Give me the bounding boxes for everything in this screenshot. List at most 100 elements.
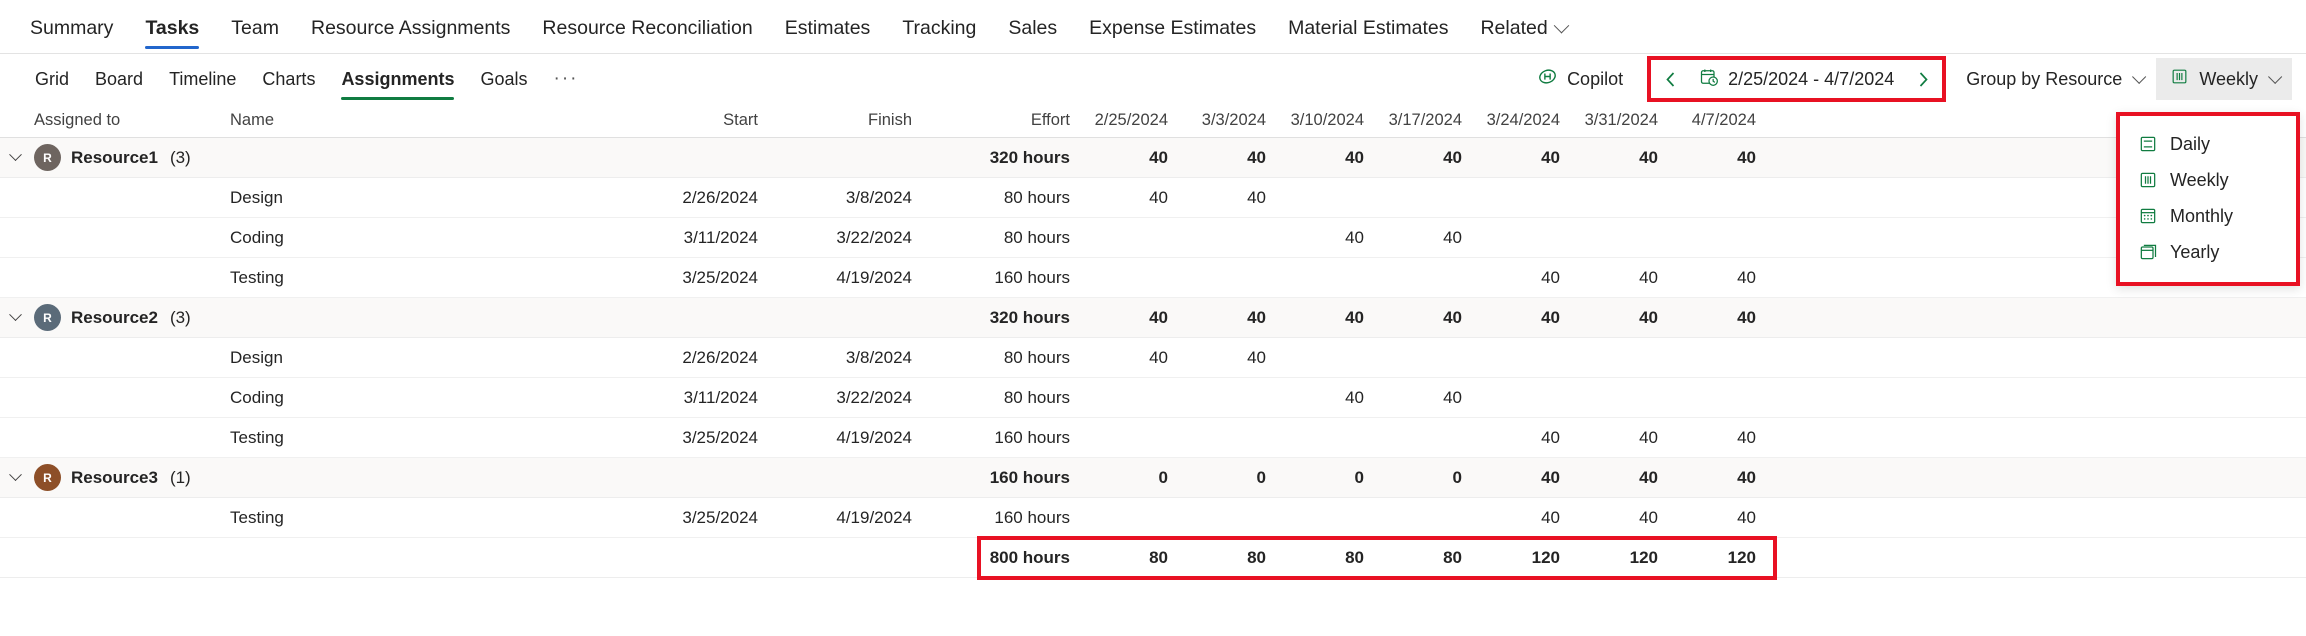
chevron-down-icon: [8, 148, 22, 162]
cell-week-hours: 0: [1452, 467, 1462, 487]
task-row[interactable]: Coding 3/11/2024 3/22/2024 80 hours 40 40: [0, 218, 2306, 258]
cell-effort: 800 hours: [989, 547, 1070, 567]
copilot-button[interactable]: Copilot: [1525, 60, 1635, 98]
cell-task-name: Design: [230, 347, 283, 367]
cell-week-hours: 40: [1639, 507, 1658, 527]
task-row[interactable]: Coding 3/11/2024 3/22/2024 80 hours 40 40: [0, 378, 2306, 418]
nav-item-label: Tracking: [902, 17, 977, 39]
cell-week-hours: 40: [1541, 307, 1560, 327]
nav-item-summary[interactable]: Summary: [14, 17, 129, 53]
scale-menu-item-yearly[interactable]: Yearly: [2120, 234, 2296, 270]
nav-item-material-estimates[interactable]: Material Estimates: [1272, 17, 1464, 53]
cell-week-hours: 40: [1345, 227, 1364, 247]
next-period-button[interactable]: [1906, 62, 1940, 96]
cell-task-name: Testing: [230, 507, 284, 527]
nav-item-label: Resource Assignments: [310, 17, 511, 39]
cell-week-hours: 40: [1541, 427, 1560, 447]
cell-start-date: 3/11/2024: [683, 227, 758, 247]
time-scale-dropdown[interactable]: Weekly: [2156, 58, 2292, 100]
expand-collapse-toggle[interactable]: [0, 308, 30, 322]
cell-week-hours: 40: [1737, 507, 1756, 527]
group-by-dropdown[interactable]: Group by Resource: [1952, 61, 2156, 98]
cell-week-hours: 40: [1443, 387, 1462, 407]
resource-group-row[interactable]: R Resource1 (3) 320 hours 40 40 40 40 40 40 40: [0, 138, 2306, 178]
cell-week-hours: 40: [1247, 347, 1266, 367]
chevron-down-icon: [2268, 69, 2283, 84]
tab-goals[interactable]: Goals: [467, 58, 540, 100]
cell-week-hours: 80: [1247, 547, 1266, 567]
task-row[interactable]: Testing 3/25/2024 4/19/2024 160 hours 40 40 40: [0, 258, 2306, 298]
task-row[interactable]: Testing 3/25/2024 4/19/2024 160 hours 40 40 40: [0, 418, 2306, 458]
cell-week-hours: 40: [1149, 147, 1168, 167]
scale-menu-item-label: Daily: [2170, 133, 2211, 154]
scale-menu-item-label: Monthly: [2170, 205, 2234, 226]
column-header-week: 2/25/2024: [1094, 111, 1168, 129]
nav-item-tracking[interactable]: Tracking: [886, 17, 992, 53]
previous-period-button[interactable]: [1653, 62, 1687, 96]
view-toolbar: Grid Board Timeline Charts Assignments Goals ·…: [0, 54, 2306, 104]
cell-start-date: 3/25/2024: [682, 427, 758, 447]
nav-item-resource-reconciliation[interactable]: Resource Reconciliation: [526, 17, 768, 53]
column-header-finish: Finish: [867, 111, 912, 129]
cell-week-hours: 40: [1345, 387, 1364, 407]
cell-week-hours: 80: [1443, 547, 1462, 567]
tab-grid[interactable]: Grid: [22, 58, 82, 100]
column-header-week: 3/17/2024: [1388, 111, 1462, 129]
tab-assignments[interactable]: Assignments: [328, 58, 467, 100]
copilot-icon: [1537, 66, 1558, 92]
cell-week-hours: 40: [1443, 307, 1462, 327]
cell-week-hours: 0: [1256, 467, 1266, 487]
nav-item-label: Material Estimates: [1288, 17, 1449, 39]
more-tabs-overflow-button[interactable]: ···: [541, 58, 592, 100]
cell-assigned-to: R Resource2 (3): [30, 304, 220, 331]
chevron-down-icon: [1553, 17, 1569, 34]
tab-board[interactable]: Board: [82, 58, 156, 100]
cell-finish-date: 3/22/2024: [836, 227, 912, 247]
date-range-label: 2/25/2024 - 4/7/2024: [1728, 68, 1895, 89]
grid-header-row: Assigned to Name Start Finish Effort 2/25/202…: [0, 104, 2306, 138]
cell-start-date: 2/26/2024: [682, 187, 758, 207]
scale-menu-item-monthly[interactable]: Monthly: [2120, 198, 2296, 234]
resource-group-row[interactable]: R Resource2 (3) 320 hours 40 40 40 40 40 40 40: [0, 298, 2306, 338]
chevron-down-icon: [8, 308, 22, 322]
cell-start-date: 2/26/2024: [682, 347, 758, 367]
column-header-name: Name: [230, 111, 275, 129]
resource-name-label: Resource2: [71, 307, 158, 327]
primary-nav: Summary Tasks Team Resource Assignments Reso…: [0, 0, 2306, 54]
cell-assigned-to: R Resource1 (3): [30, 144, 220, 171]
nav-item-expense-estimates[interactable]: Expense Estimates: [1073, 17, 1272, 53]
scale-menu-item-daily[interactable]: Daily: [2120, 126, 2296, 162]
resource-group-row[interactable]: R Resource3 (1) 160 hours 0 0 0 0 40 40 40: [0, 458, 2306, 498]
weekly-scale-icon: [2138, 170, 2158, 190]
cell-week-hours: 40: [1541, 147, 1560, 167]
column-header-week: 3/10/2024: [1290, 111, 1364, 129]
cell-effort: 160 hours: [989, 467, 1070, 487]
nav-item-related[interactable]: Related: [1464, 17, 1582, 53]
tab-timeline[interactable]: Timeline: [156, 58, 249, 100]
nav-item-tasks[interactable]: Tasks: [129, 17, 215, 53]
tab-charts[interactable]: Charts: [249, 58, 328, 100]
cell-week-hours: 40: [1247, 307, 1266, 327]
nav-item-team[interactable]: Team: [215, 17, 295, 53]
cell-week-hours: 40: [1345, 307, 1364, 327]
time-scale-label: Weekly: [2199, 68, 2258, 89]
cell-effort: 80 hours: [1003, 227, 1070, 247]
column-header-assigned-to: Assigned to: [34, 111, 121, 129]
task-row[interactable]: Design 2/26/2024 3/8/2024 80 hours 40 40: [0, 338, 2306, 378]
nav-item-resource-assignments[interactable]: Resource Assignments: [295, 17, 526, 53]
cell-week-hours: 40: [1443, 227, 1462, 247]
nav-item-estimates[interactable]: Estimates: [769, 17, 887, 53]
nav-item-sales[interactable]: Sales: [992, 17, 1073, 53]
cell-week-hours: 40: [1639, 267, 1658, 287]
avatar: R: [34, 144, 61, 171]
expand-collapse-toggle[interactable]: [0, 468, 30, 482]
cell-effort: 160 hours: [994, 507, 1070, 527]
date-range-picker[interactable]: 2/25/2024 - 4/7/2024: [1687, 67, 1906, 92]
chevron-down-icon: [2132, 69, 2147, 84]
cell-assigned-to: R Resource3 (1): [30, 464, 220, 491]
task-row[interactable]: Testing 3/25/2024 4/19/2024 160 hours 40 40 40: [0, 498, 2306, 538]
scale-menu-item-weekly[interactable]: Weekly: [2120, 162, 2296, 198]
expand-collapse-toggle[interactable]: [0, 148, 30, 162]
task-row[interactable]: Design 2/26/2024 3/8/2024 80 hours 40 40: [0, 178, 2306, 218]
grand-total-row: 800 hours 80 80 80 80 120 120 120: [0, 536, 2306, 580]
